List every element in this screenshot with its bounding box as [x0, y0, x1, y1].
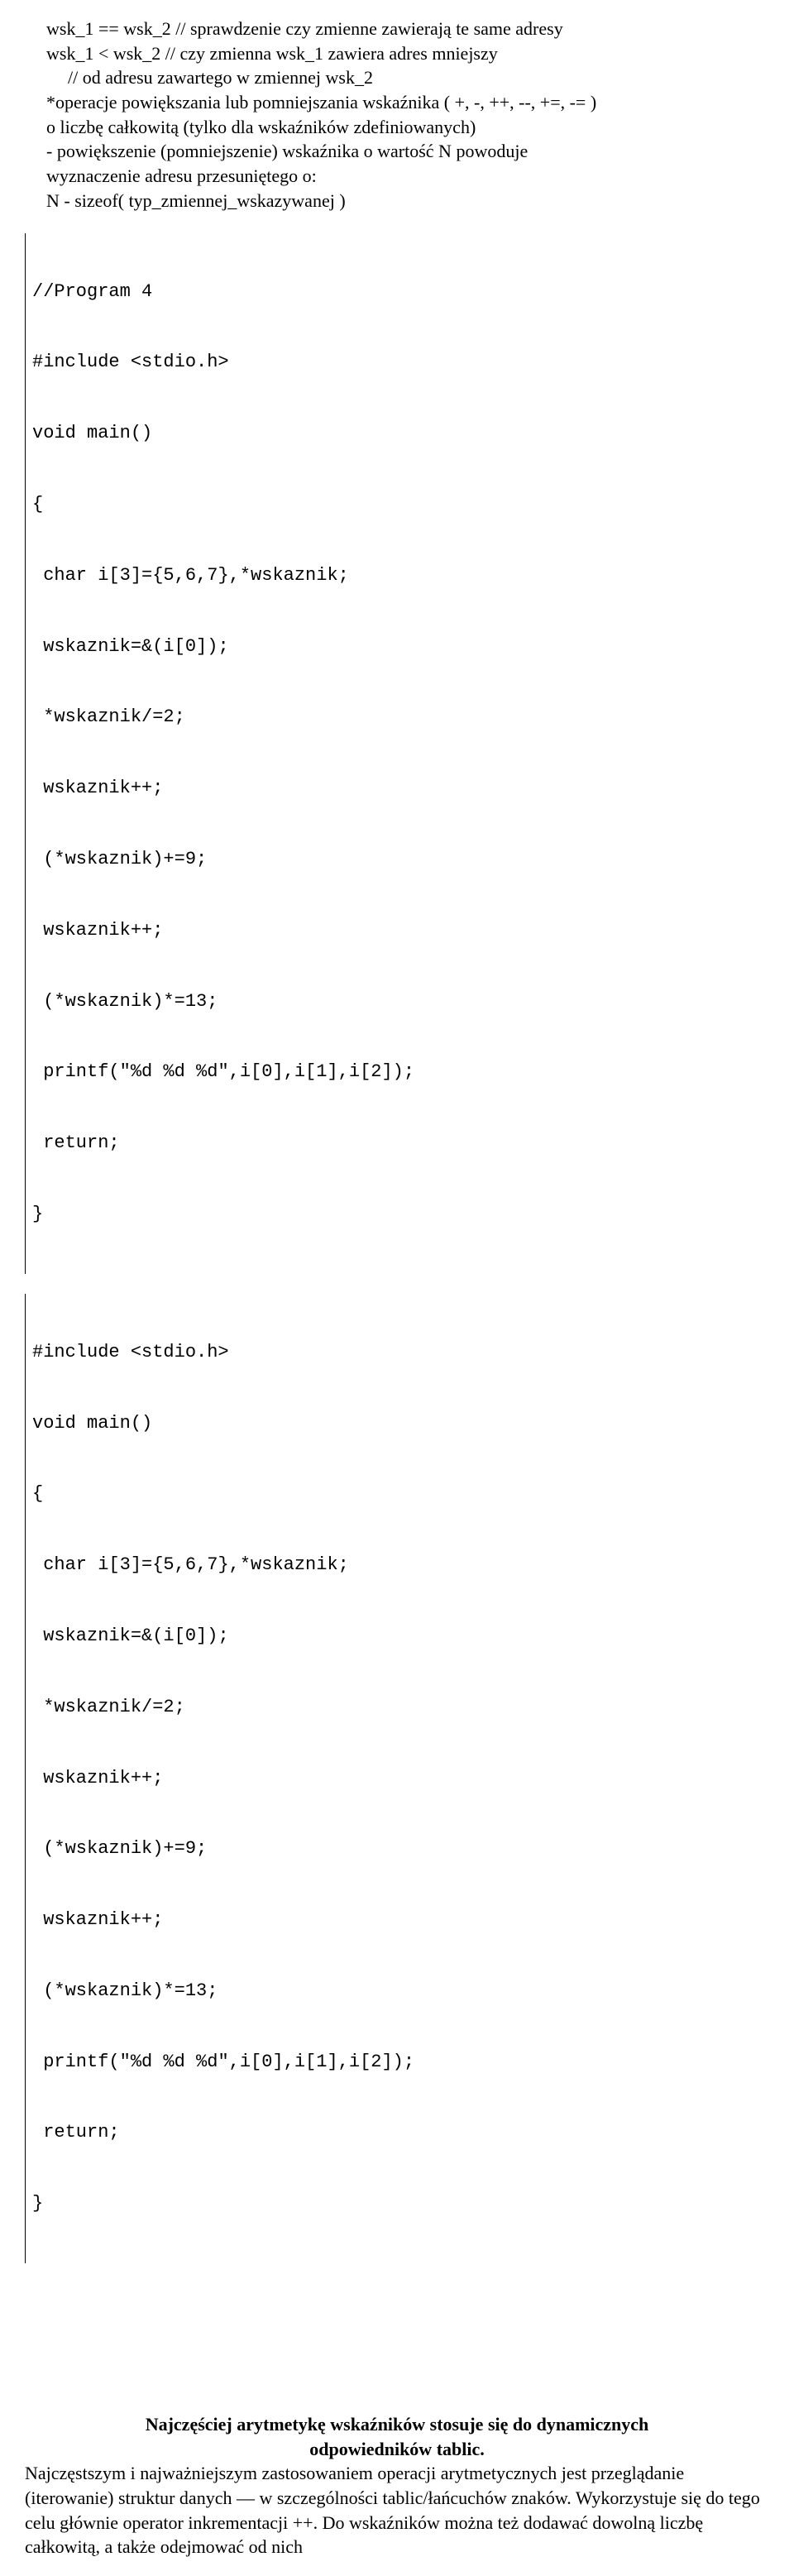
- text-line: - powiększenie (pomniejszenie) wskaźnika…: [25, 139, 769, 164]
- code-line: #include <stdio.h>: [32, 351, 769, 375]
- code-line: void main(): [32, 1412, 769, 1436]
- code-line: wskaznik++;: [32, 777, 769, 801]
- code-line: printf("%d %d %d",i[0],i[1],i[2]);: [32, 1061, 769, 1085]
- code-line: char i[3]={5,6,7},*wskaznik;: [32, 1554, 769, 1578]
- code-line: (*wskaznik)*=13;: [32, 1980, 769, 2004]
- text-line: wsk_1 < wsk_2 // czy zmienna wsk_1 zawie…: [25, 41, 769, 66]
- code-line: }: [32, 2192, 769, 2216]
- code-line: wskaznik=&(i[0]);: [32, 1625, 769, 1649]
- code-line: void main(): [32, 422, 769, 446]
- text-line: wyznaczenie adresu przesuniętego o:: [25, 164, 769, 189]
- document-body: wsk_1 == wsk_2 // sprawdzenie czy zmienn…: [25, 17, 769, 2559]
- code-line: wskaznik=&(i[0]);: [32, 635, 769, 659]
- footer-heading-line: odpowiedników tablic.: [25, 2437, 769, 2462]
- text-line: o liczbę całkowitą (tylko dla wskaźników…: [25, 115, 769, 140]
- code-line: {: [32, 493, 769, 517]
- code-line: *wskaznik/=2;: [32, 1696, 769, 1720]
- footer-body: Najczęstszym i najważniejszym zastosowan…: [25, 2461, 769, 2559]
- code-line: return;: [32, 1132, 769, 1156]
- code-line: char i[3]={5,6,7},*wskaznik;: [32, 564, 769, 588]
- code-line: return;: [32, 2121, 769, 2145]
- text-line: *operacje powiększania lub pomniejszania…: [25, 90, 769, 115]
- footer-section: Najczęściej arytmetykę wskaźników stosuj…: [25, 2412, 769, 2559]
- code-line: wskaznik++;: [32, 1908, 769, 1932]
- code-line: wskaznik++;: [32, 1767, 769, 1791]
- code-line: {: [32, 1482, 769, 1506]
- code-line: (*wskaznik)+=9;: [32, 848, 769, 872]
- code-line: wskaznik++;: [32, 919, 769, 943]
- code-line: printf("%d %d %d",i[0],i[1],i[2]);: [32, 2051, 769, 2075]
- code-block-2: #include <stdio.h> void main() { char i[…: [25, 1294, 769, 2263]
- text-line: // od adresu zawartego w zmiennej wsk_2: [25, 65, 769, 90]
- text-line: wsk_1 == wsk_2 // sprawdzenie czy zmienn…: [25, 17, 769, 41]
- code-line: *wskaznik/=2;: [32, 706, 769, 730]
- footer-heading-line: Najczęściej arytmetykę wskaźników stosuj…: [25, 2412, 769, 2437]
- code-line: (*wskaznik)*=13;: [32, 990, 769, 1014]
- code-block-1: //Program 4 #include <stdio.h> void main…: [25, 233, 769, 1274]
- code-line: //Program 4: [32, 280, 769, 304]
- code-line: }: [32, 1203, 769, 1227]
- code-line: #include <stdio.h>: [32, 1341, 769, 1365]
- code-line: (*wskaznik)+=9;: [32, 1837, 769, 1861]
- text-line: N - sizeof( typ_zmiennej_wskazywanej ): [25, 189, 769, 213]
